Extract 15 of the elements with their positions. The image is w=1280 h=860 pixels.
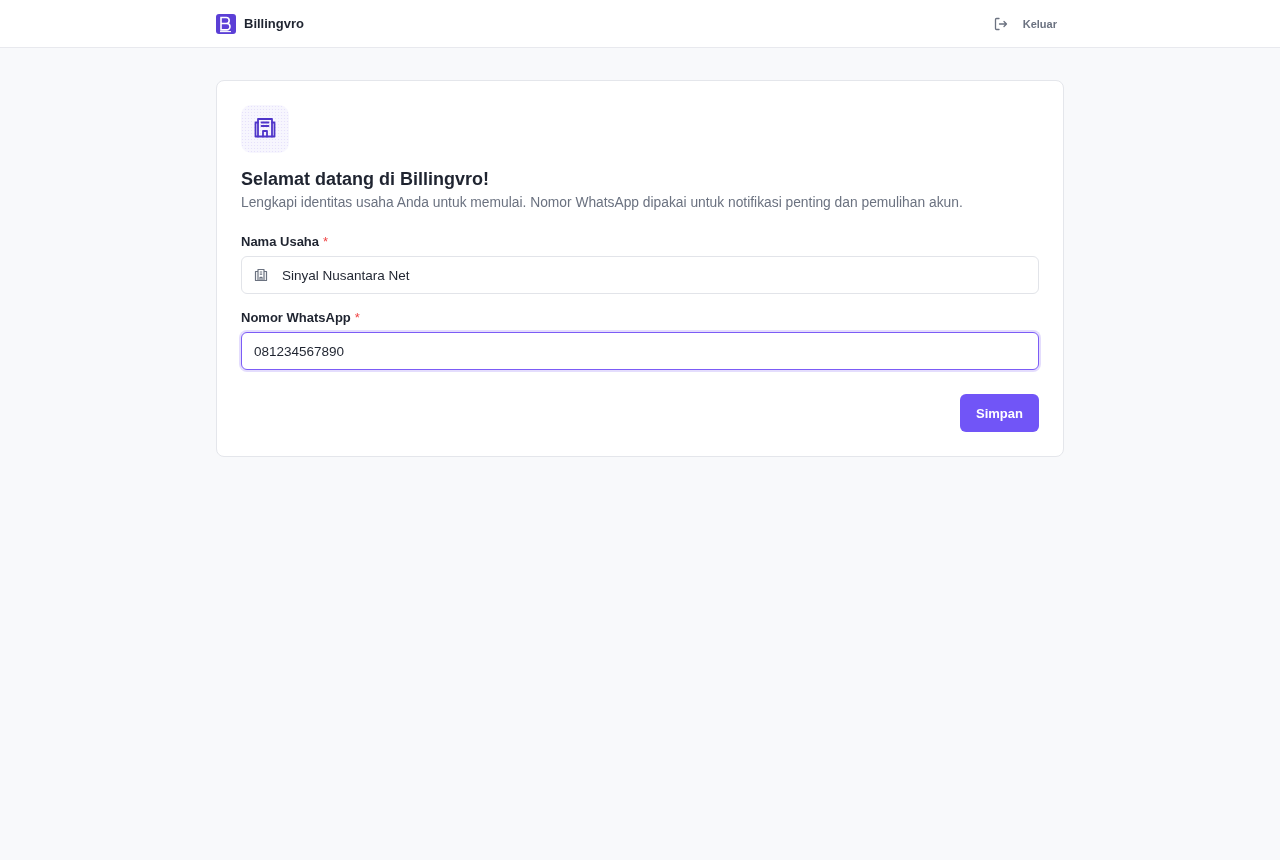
brand-name: Billingvro <box>244 16 304 31</box>
input-field[interactable]: 081234567890 <box>241 332 1039 370</box>
building-icon <box>241 105 289 153</box>
logout-icon <box>992 15 1009 32</box>
field-label: Nama Usaha <box>241 234 320 250</box>
required-mark: * <box>323 234 329 250</box>
input-field[interactable]: Sinyal Nusantara Net <box>241 256 1039 294</box>
welcome-description: Lengkapi identitas usaha Anda untuk memulai. Nomor WhatsApp dipakai untuk notifikasi penting dan pemulihan akun. <box>241 194 964 212</box>
save-button[interactable]: Simpan <box>960 394 1039 432</box>
logo-icon <box>216 13 236 34</box>
field-label: Nomor WhatsApp <box>241 310 351 326</box>
logout-button[interactable]: Keluar <box>992 11 1064 36</box>
welcome-title: Selamat datang di Billingvro! <box>241 168 491 191</box>
required-mark: * <box>354 310 360 326</box>
building-icon <box>253 267 269 283</box>
